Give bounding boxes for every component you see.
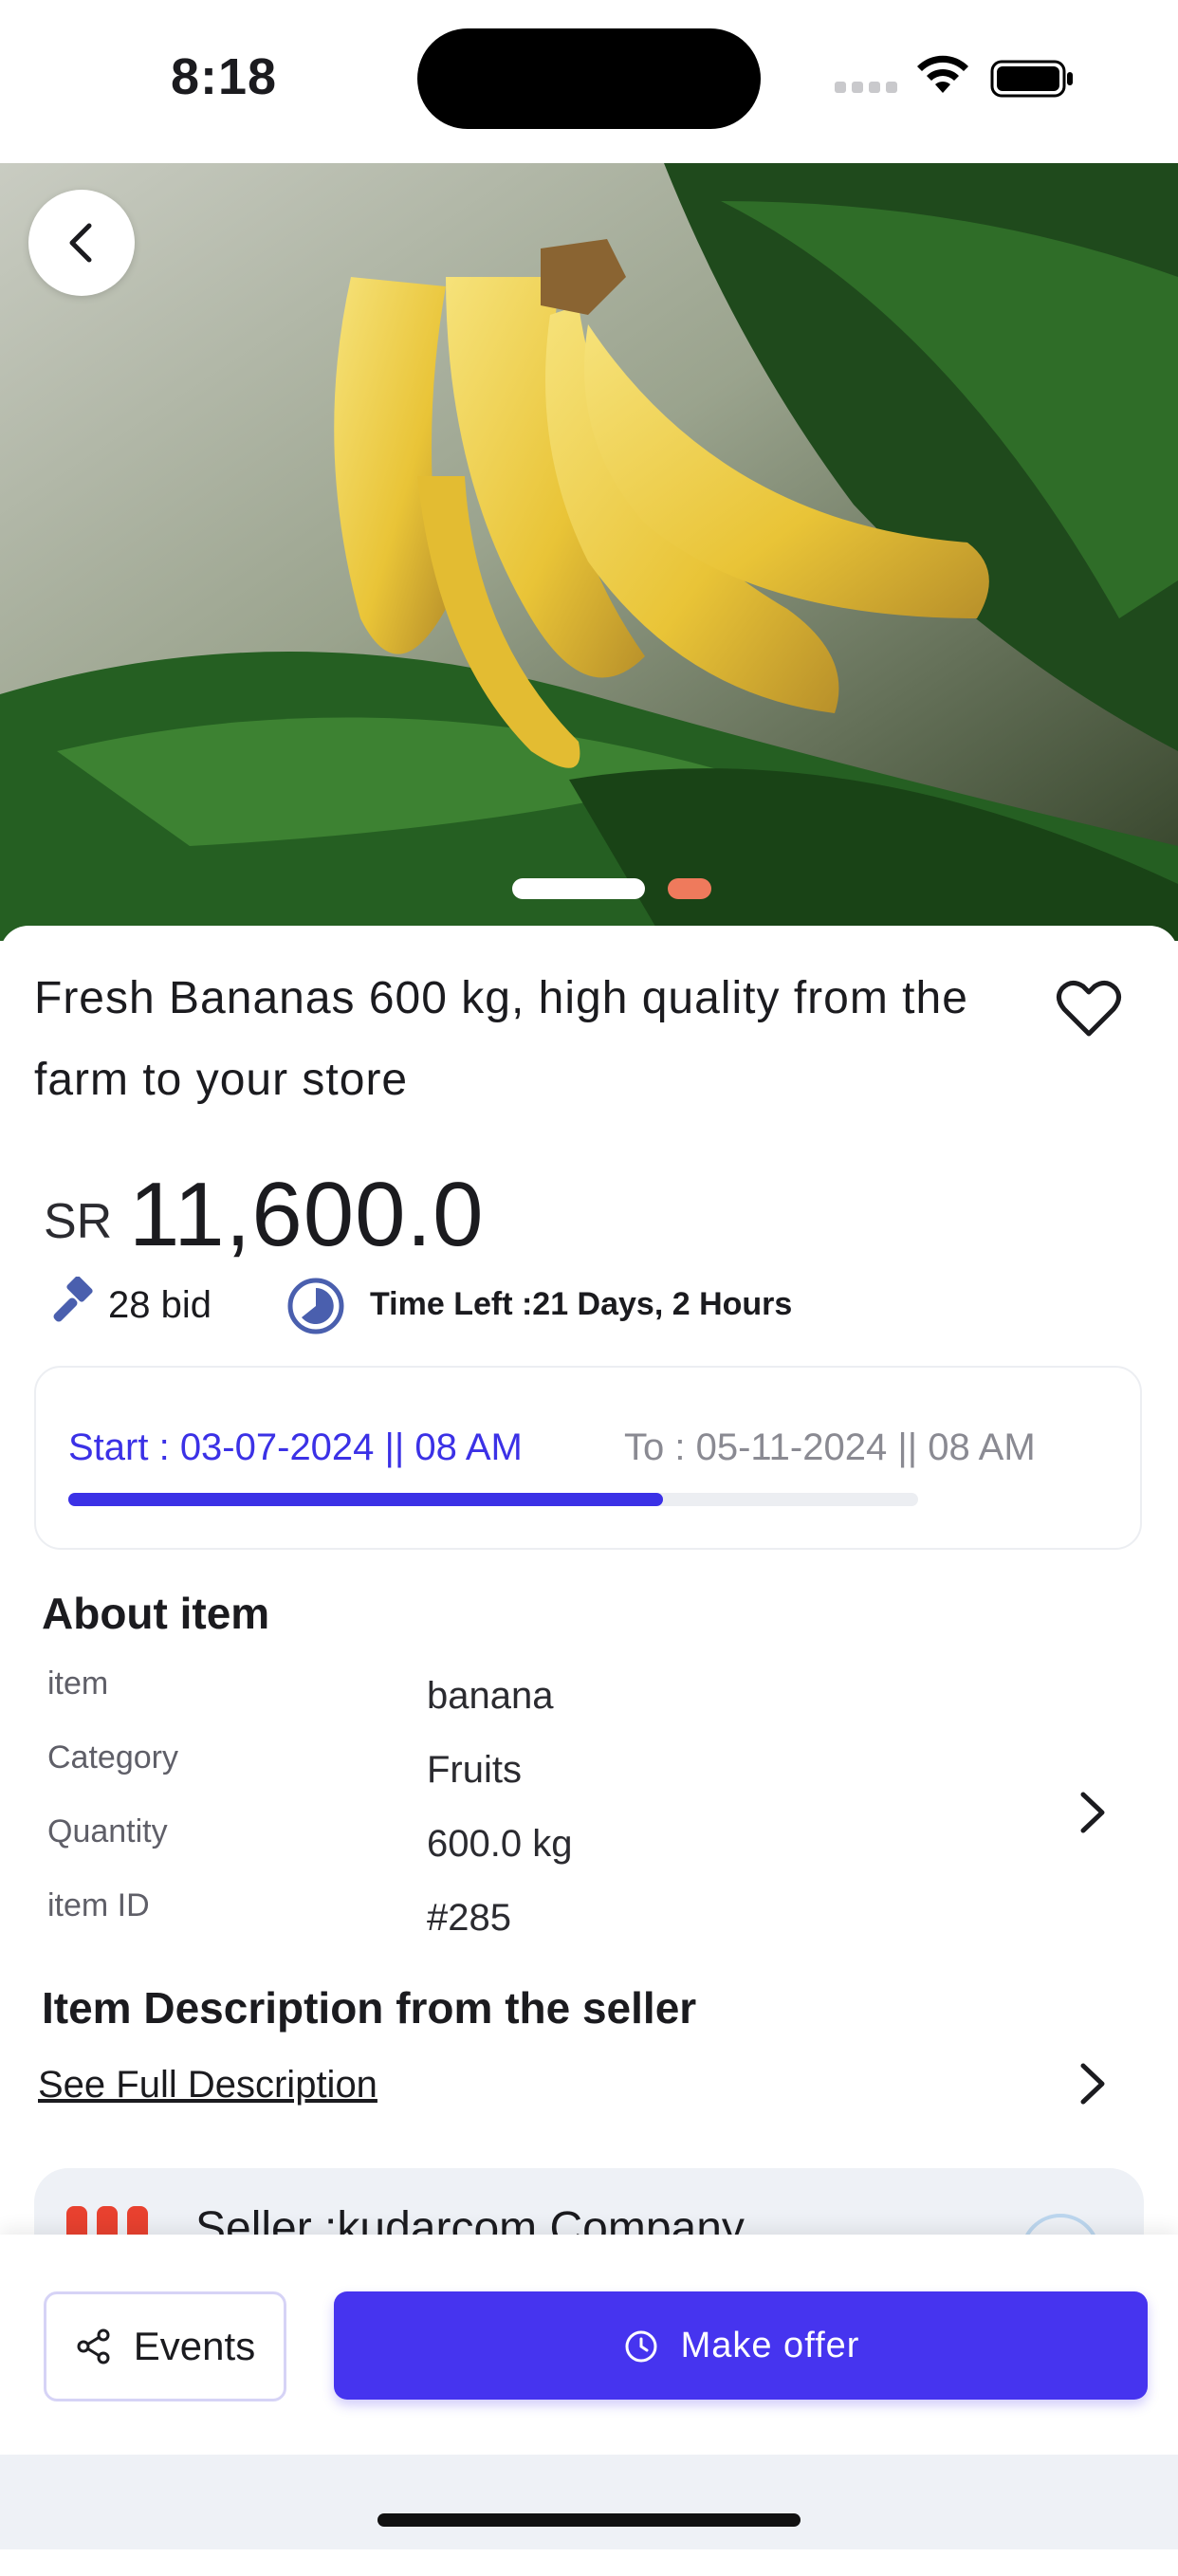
heart-icon[interactable] [1055,977,1123,1040]
image-pager[interactable] [512,878,711,899]
pager-dot[interactable] [668,878,711,899]
events-button[interactable]: Events [44,2291,286,2401]
product-title: Fresh Bananas 600 kg, high quality from … [34,973,968,1105]
signal-icon [835,82,897,93]
about-heading: About item [42,1589,270,1638]
make-offer-button[interactable]: Make offer [334,2291,1148,2400]
dynamic-island [417,28,761,129]
chevron-right-icon[interactable] [1076,1789,1110,1836]
gavel-icon [53,1277,93,1322]
make-offer-label: Make offer [680,2325,860,2365]
back-arrow-icon [69,223,92,263]
time-left: Time Left :21 Days, 2 Hours [370,1286,793,1322]
chevron-right-icon[interactable] [1076,2060,1110,2107]
about-label-quantity: Quantity [47,1813,168,1849]
clock-icon [287,1278,344,1334]
share-icon [77,2328,110,2364]
description-heading: Item Description from the seller [42,1983,697,2033]
auction-progress-fill [68,1493,664,1506]
about-label-category: Category [47,1739,178,1776]
events-label: Events [133,2324,256,2368]
battery-icon [990,60,1073,98]
see-full-description-link[interactable]: See Full Description [38,2064,377,2107]
about-value-category: Fruits [427,1749,522,1791]
auction-start: Start : 03-07-2024 || 08 AM [68,1426,523,1468]
product-image[interactable] [0,163,1178,941]
about-value-quantity: 600.0 kg [427,1823,573,1865]
timer-icon [625,2330,657,2363]
back-button[interactable] [28,190,135,296]
pager-dot-active[interactable] [512,878,645,899]
about-value-item: banana [427,1675,554,1717]
bid-count: 28 bid [108,1284,212,1326]
about-value-item-id: #285 [427,1897,511,1939]
about-label-item-id: item ID [47,1887,150,1923]
home-indicator-area [0,2455,1178,2549]
auction-end: To : 05-11-2024 || 08 AM [624,1426,1036,1468]
price-value: 11,600.0 [129,1164,485,1265]
auction-progress-bar [68,1493,918,1506]
status-time: 8:18 [171,48,278,105]
about-label-item: item [47,1665,109,1702]
home-indicator[interactable] [377,2513,801,2527]
price-currency: SR [44,1194,113,1249]
wifi-icon [917,55,968,93]
